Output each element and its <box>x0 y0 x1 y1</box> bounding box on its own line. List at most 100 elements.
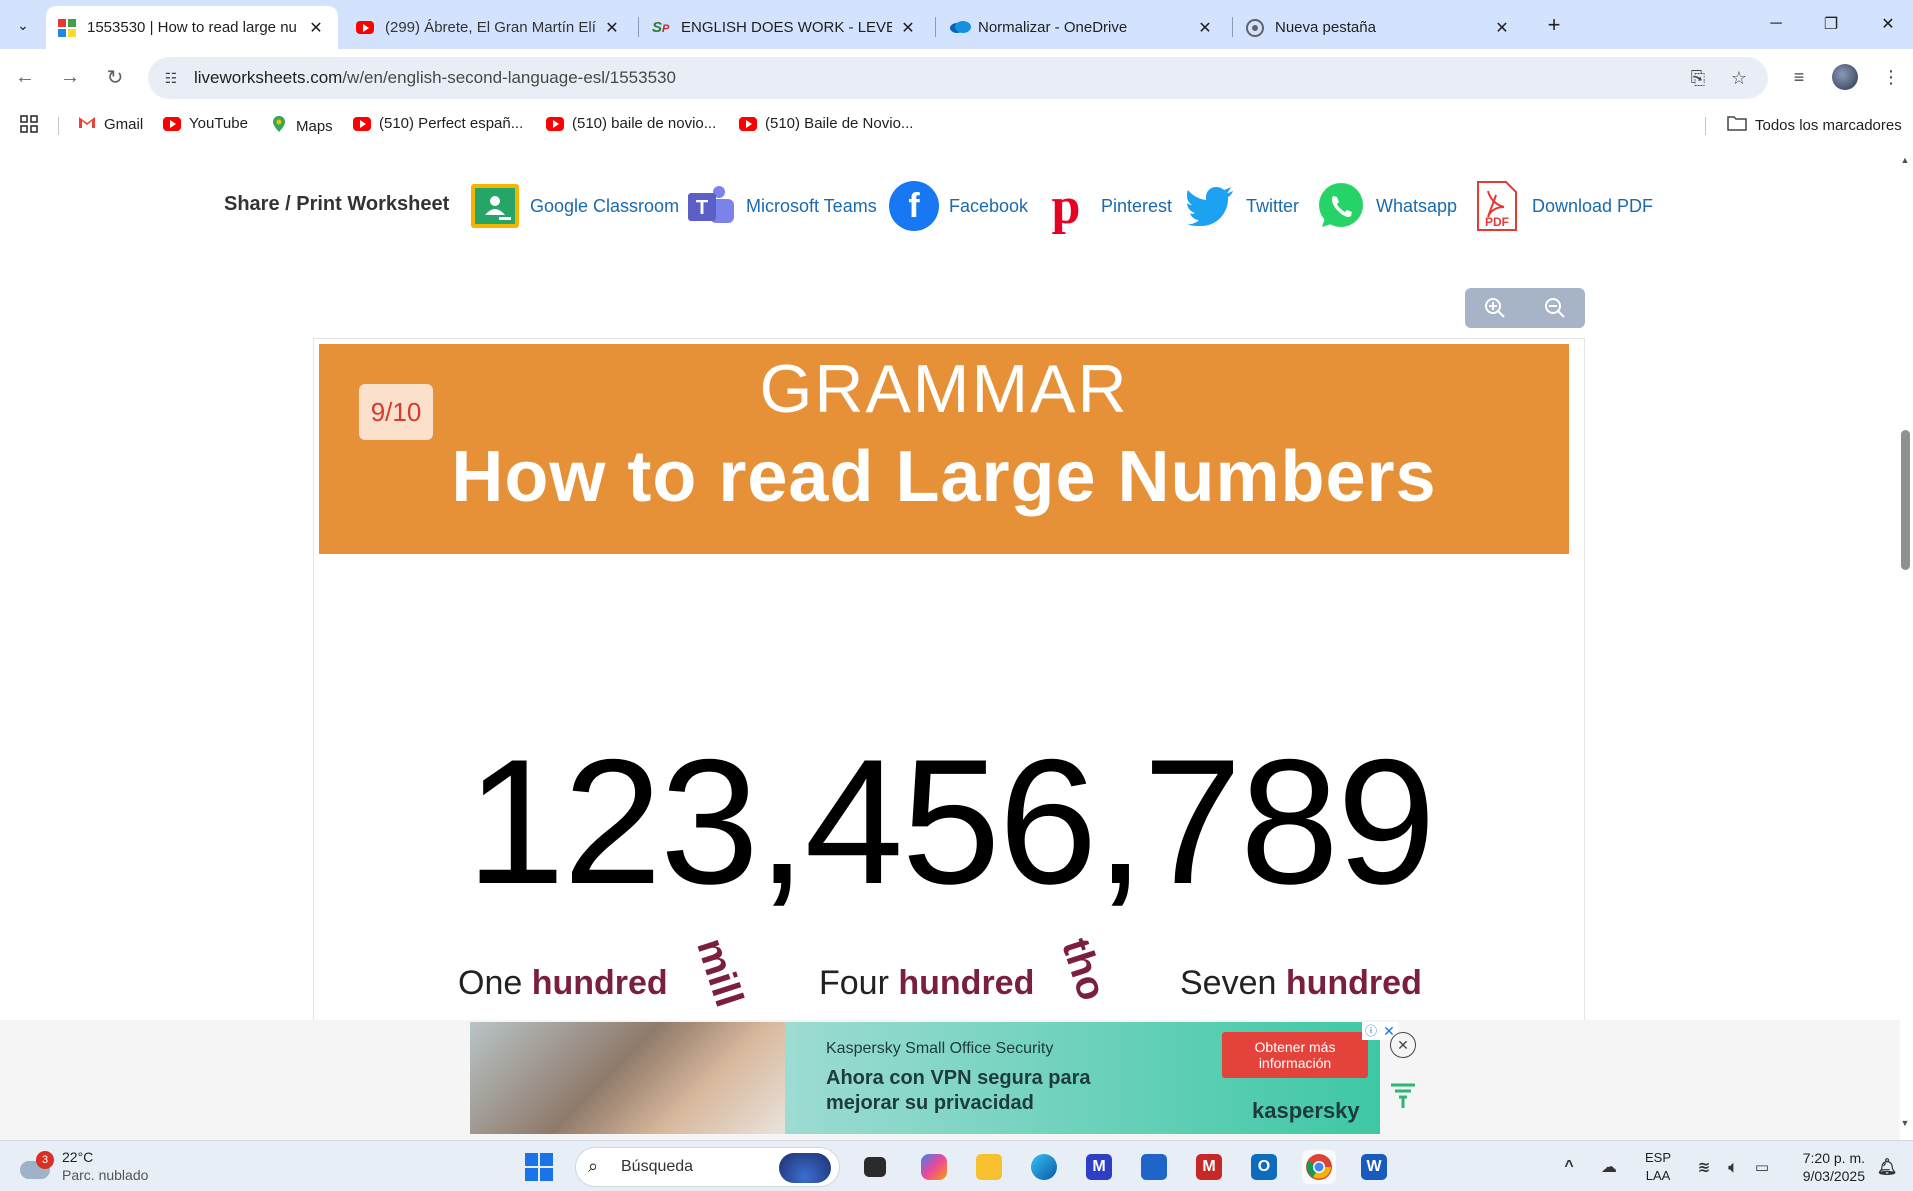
media-control-icon[interactable]: ≡ <box>1783 61 1815 93</box>
forward-arrow-icon[interactable]: → <box>54 61 86 93</box>
file-explorer-icon[interactable] <box>972 1150 1006 1184</box>
share-google-classroom[interactable]: Google Classroom <box>470 181 679 231</box>
tab-youtube[interactable]: (299) Ábrete, El Gran Martín Elí ✕ <box>344 6 634 49</box>
restore-icon[interactable]: ❐ <box>1813 10 1849 38</box>
tab-title: Normalizar - OneDrive <box>978 19 1128 36</box>
weather-cloud-icon: 3 <box>20 1151 54 1181</box>
twitter-icon <box>1186 181 1236 231</box>
share-whatsapp[interactable]: Whatsapp <box>1316 181 1457 231</box>
microsoft-teams-icon: T <box>686 181 736 231</box>
onedrive-tray-icon[interactable]: ☁ <box>1592 1150 1626 1184</box>
close-window-icon[interactable]: ✕ <box>1870 10 1906 38</box>
share-facebook[interactable]: f Facebook <box>889 181 1028 231</box>
tab-separator <box>1232 17 1233 37</box>
funnel-icon[interactable] <box>1388 1082 1418 1112</box>
weather-temp: 22°C <box>62 1149 94 1165</box>
outlook-icon[interactable]: O <box>1247 1150 1281 1184</box>
bookmarks-bar: Gmail YouTube Maps (510) Perfect españ..… <box>0 107 1913 143</box>
bookmark-maps[interactable]: Maps <box>270 115 333 137</box>
notification-bell-icon[interactable]: 🔔︎ <box>1870 1150 1904 1184</box>
share-download-pdf[interactable]: PDF Download PDF <box>1472 181 1653 231</box>
tab-liveworksheets[interactable]: 1553530 | How to read large nu ✕ <box>46 6 338 49</box>
scrollbar-thumb[interactable] <box>1901 430 1910 570</box>
page-content: Share / Print Worksheet Google Classroom… <box>0 143 1913 1020</box>
close-tab-icon[interactable]: ✕ <box>306 18 326 38</box>
more-menu-icon[interactable]: ⋮ <box>1875 61 1907 93</box>
windows-taskbar: 3 22°C Parc. nublado ⌕ Búsqueda M M O W … <box>0 1140 1913 1191</box>
bookmark-gmail[interactable]: Gmail <box>78 115 143 133</box>
close-tab-icon[interactable]: ✕ <box>898 18 918 38</box>
rotated-word-thousand: tho <box>1053 933 1115 1006</box>
install-app-icon[interactable]: ⎘ <box>1685 65 1711 91</box>
scroll-up-icon[interactable]: ▲ <box>1900 155 1910 165</box>
new-tab-plus-icon[interactable]: + <box>1540 11 1568 39</box>
chrome-taskbar-icon[interactable] <box>1302 1150 1336 1184</box>
taskbar-search[interactable]: ⌕ Búsqueda <box>575 1147 840 1187</box>
app-blue-icon[interactable]: M <box>1082 1150 1116 1184</box>
all-bookmarks-folder[interactable]: Todos los marcadores <box>1727 115 1902 135</box>
page-scrollbar[interactable]: ▲ ▼ <box>1897 143 1913 1130</box>
word-icon[interactable]: W <box>1357 1150 1391 1184</box>
folder-icon <box>1727 115 1747 135</box>
tab-title: 1553530 | How to read large nu <box>87 19 297 36</box>
zoom-out-icon[interactable] <box>1540 294 1570 322</box>
scroll-down-icon[interactable]: ▼ <box>1900 1118 1910 1128</box>
windows-start-icon[interactable] <box>525 1153 553 1181</box>
tab-title: (299) Ábrete, El Gran Martín Elí <box>385 19 596 36</box>
site-info-icon[interactable]: ☷ <box>160 67 182 89</box>
kaspersky-ad[interactable]: Kaspersky Small Office Security Ahora co… <box>470 1022 1380 1134</box>
facebook-icon: f <box>889 181 939 231</box>
close-tab-icon[interactable]: ✕ <box>602 18 622 38</box>
search-icon: ⌕ <box>588 1156 599 1176</box>
youtube-icon <box>353 116 371 131</box>
profile-avatar[interactable] <box>1832 64 1858 90</box>
rotated-word-million: mill <box>688 933 752 1013</box>
tray-chevron-icon[interactable]: ^ <box>1552 1150 1586 1184</box>
share-pinterest[interactable]: p Pinterest <box>1041 178 1173 235</box>
apps-grid-icon[interactable] <box>20 115 38 133</box>
tab-english-does-work[interactable]: SP ENGLISH DOES WORK - LEVEL 2 ✕ <box>640 6 930 49</box>
minimize-icon[interactable]: ─ <box>1758 10 1794 38</box>
bookmark-youtube[interactable]: YouTube <box>163 115 248 132</box>
share-twitter[interactable]: Twitter <box>1186 181 1299 231</box>
share-title: Share / Print Worksheet <box>224 193 450 215</box>
ad-headline: Ahora con VPN segura para mejorar su pri… <box>826 1067 1091 1114</box>
close-tab-icon[interactable]: ✕ <box>1492 18 1512 38</box>
back-arrow-icon[interactable]: ← <box>9 61 41 93</box>
whatsapp-icon <box>1316 181 1366 231</box>
ad-logo: kaspersky <box>1252 1098 1360 1123</box>
bookmark-youtube-baile[interactable]: (510) baile de novio... <box>546 115 716 132</box>
bookmark-separator <box>58 117 59 135</box>
mcafee-icon[interactable]: M <box>1192 1150 1226 1184</box>
tab-separator <box>638 17 639 37</box>
bookmark-star-icon[interactable]: ☆ <box>1726 65 1752 91</box>
bookmark-youtube-baile-novio[interactable]: (510) Baile de Novio... <box>739 115 913 132</box>
tab-title: ENGLISH DOES WORK - LEVEL 2 <box>681 19 892 36</box>
zoom-controls <box>1465 288 1585 328</box>
tab-new-tab[interactable]: Nueva pestaña ✕ <box>1234 6 1524 49</box>
score-badge: 9/10 <box>359 384 433 440</box>
ad-info-icon[interactable]: ⓘ <box>1362 1022 1380 1040</box>
microsoft-store-icon[interactable] <box>1137 1150 1171 1184</box>
share-microsoft-teams[interactable]: T Microsoft Teams <box>686 181 877 231</box>
ad-cta-button[interactable]: Obtener más información <box>1222 1032 1368 1078</box>
tab-onedrive[interactable]: Normalizar - OneDrive ✕ <box>937 6 1227 49</box>
ad-brand-line: Kaspersky Small Office Security <box>826 1040 1054 1057</box>
input-language[interactable]: ESP LAA <box>1645 1149 1671 1185</box>
url-text[interactable]: liveworksheets.com/w/en/english-second-l… <box>194 68 676 88</box>
tab-search-icon[interactable]: ⌄ <box>9 11 37 39</box>
youtube-icon <box>546 116 564 131</box>
worksheet: GRAMMAR How to read Large Numbers 9/10 1… <box>313 338 1585 1020</box>
copilot-icon[interactable] <box>917 1150 951 1184</box>
close-ad-icon[interactable]: ✕ <box>1390 1032 1416 1058</box>
edge-icon[interactable] <box>1027 1150 1061 1184</box>
reload-icon[interactable]: ↻ <box>99 61 131 93</box>
bookmark-youtube-perfect[interactable]: (510) Perfect españ... <box>353 115 523 132</box>
zoom-in-icon[interactable] <box>1480 294 1510 322</box>
address-bar[interactable]: ☷ liveworksheets.com/w/en/english-second… <box>148 57 1768 99</box>
clock[interactable]: 7:20 p. m. 9/03/2025 <box>1787 1149 1865 1185</box>
close-tab-icon[interactable]: ✕ <box>1195 18 1215 38</box>
weather-widget[interactable]: 3 22°C Parc. nublado <box>20 1148 148 1184</box>
task-view-icon[interactable] <box>858 1150 892 1184</box>
battery-icon[interactable]: ▭ <box>1745 1150 1779 1184</box>
